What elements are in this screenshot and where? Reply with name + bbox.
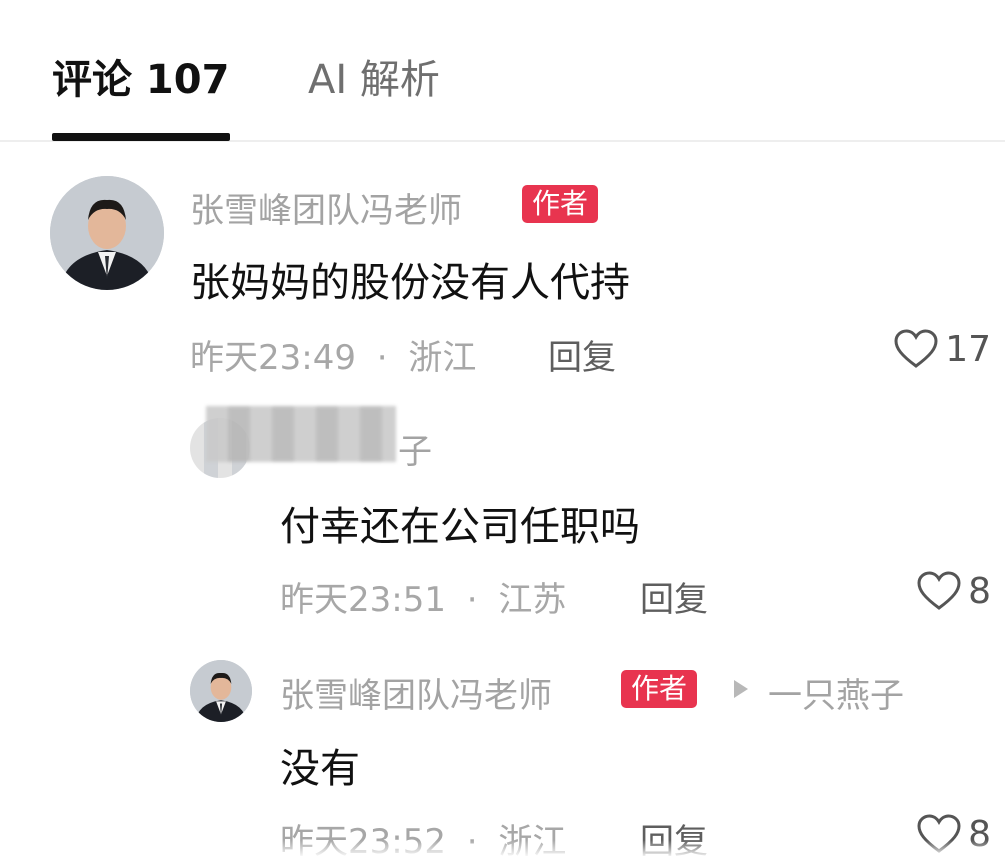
comment-time: 昨天23:49 xyxy=(190,338,356,378)
like-button[interactable]: 8 xyxy=(916,567,991,615)
heart-icon xyxy=(917,571,961,610)
like-button[interactable]: 17 xyxy=(893,325,991,373)
reply-button[interactable]: 回复 xyxy=(548,330,616,379)
reply-text: 没有 xyxy=(280,746,360,792)
comment-meta: 昨天23:49 · 浙江 xyxy=(190,330,476,379)
bottom-fade xyxy=(0,840,1005,858)
comment-username[interactable]: 张雪峰团队冯老师 xyxy=(190,183,462,232)
heart-icon xyxy=(894,329,938,368)
reply-button[interactable]: 回复 xyxy=(640,572,708,621)
author-badge: 作者 xyxy=(621,670,698,708)
reply-arrow-icon xyxy=(734,680,748,698)
meta-separator: · xyxy=(466,580,478,620)
person-in-suit-avatar[interactable] xyxy=(50,176,164,290)
active-tab-indicator xyxy=(52,133,230,141)
reply-username[interactable]: 张雪峰团队冯老师 xyxy=(280,668,552,717)
person-in-suit-avatar[interactable] xyxy=(190,660,252,722)
reply-location: 江苏 xyxy=(498,580,567,620)
meta-separator: · xyxy=(376,338,388,378)
reply-time: 昨天23:51 xyxy=(280,580,446,620)
reply-target-username[interactable]: 一只燕子 xyxy=(768,668,904,717)
tab-ai-analysis[interactable]: AI 解析 xyxy=(308,55,440,105)
reply-text: 付幸还在公司任职吗 xyxy=(280,504,640,550)
reply-meta: 昨天23:51 · 江苏 xyxy=(280,572,566,621)
author-badge: 作者 xyxy=(522,185,599,223)
comment-text: 张妈妈的股份没有人代持 xyxy=(190,260,630,306)
blurred-username xyxy=(206,406,396,462)
tab-comments[interactable]: 评论 107 xyxy=(52,55,229,105)
like-count: 17 xyxy=(945,328,991,370)
comment-location: 浙江 xyxy=(408,338,477,378)
reply-username[interactable]: 子 xyxy=(398,424,432,473)
comment-tabs: 评论 107 AI 解析 xyxy=(0,0,1005,142)
like-count: 8 xyxy=(968,570,991,612)
